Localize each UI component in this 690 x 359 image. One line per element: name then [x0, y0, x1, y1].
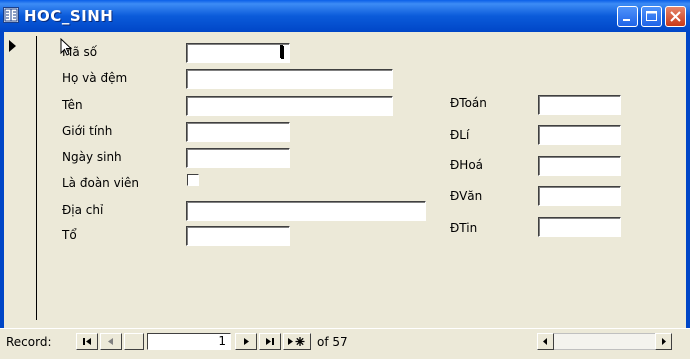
label-dia-chi: Địa chỉ — [62, 203, 104, 217]
close-button[interactable] — [665, 6, 686, 27]
scroll-right-button[interactable] — [655, 333, 672, 350]
scroll-left-button[interactable] — [537, 333, 554, 350]
label-ten: Tên — [62, 98, 83, 112]
next-record-button[interactable] — [235, 333, 257, 350]
new-record-button[interactable] — [283, 333, 311, 350]
minimize-button[interactable] — [617, 6, 638, 27]
previous-record-button[interactable] — [100, 333, 122, 350]
scroll-right-icon — [662, 338, 666, 345]
label-diem-van: ĐVăn — [450, 189, 483, 203]
scroll-left-icon — [543, 338, 547, 345]
label-gioi-tinh: Giới tính — [62, 124, 113, 138]
diem-toan-field[interactable] — [538, 95, 621, 115]
gioi-tinh-field[interactable] — [186, 122, 290, 142]
label-la-doan-vien: Là đoàn viên — [62, 176, 140, 190]
label-diem-toan: ĐToán — [450, 96, 487, 110]
window-frame-right — [686, 32, 690, 358]
diem-hoa-field[interactable] — [538, 156, 621, 176]
last-record-button[interactable] — [259, 333, 281, 350]
ten-field[interactable] — [186, 96, 393, 116]
to-field[interactable] — [186, 226, 290, 246]
label-diem-tin: ĐTin — [450, 221, 478, 235]
mouse-pointer-icon — [60, 38, 73, 56]
first-record-button[interactable] — [76, 333, 98, 350]
diem-van-field[interactable] — [538, 186, 621, 206]
record-spacer — [124, 333, 144, 350]
diem-li-field[interactable] — [538, 125, 621, 145]
record-label: Record: — [6, 335, 52, 349]
diem-tin-field[interactable] — [538, 217, 621, 237]
last-record-icon — [266, 338, 274, 345]
maximize-button[interactable] — [641, 6, 662, 27]
window-title: HOC_SINH — [24, 7, 114, 25]
new-record-icon — [288, 337, 305, 346]
record-selector[interactable] — [5, 36, 37, 320]
current-record-arrow-icon — [9, 40, 16, 52]
label-to: Tổ — [62, 228, 77, 242]
horizontal-scrollbar[interactable] — [537, 333, 672, 350]
form-view-icon — [3, 7, 19, 23]
current-record-field[interactable]: 1 — [147, 333, 231, 350]
ho-va-dem-field[interactable] — [186, 69, 393, 89]
title-bar[interactable]: HOC_SINH — [0, 0, 690, 32]
la-doan-vien-checkbox[interactable] — [187, 174, 199, 186]
label-diem-li: ĐLí — [450, 128, 470, 142]
next-record-icon — [244, 338, 249, 345]
dia-chi-field[interactable] — [186, 201, 426, 221]
record-total: of 57 — [317, 335, 348, 349]
label-diem-hoa: ĐHoá — [450, 158, 484, 172]
label-ngay-sinh: Ngày sinh — [62, 150, 122, 164]
label-ho-va-dem: Họ và đệm — [62, 71, 128, 85]
ngay-sinh-field[interactable] — [186, 148, 290, 168]
ma-so-field[interactable] — [186, 43, 290, 63]
first-record-icon — [83, 338, 91, 345]
text-cursor — [281, 46, 284, 59]
previous-record-icon — [108, 338, 113, 345]
